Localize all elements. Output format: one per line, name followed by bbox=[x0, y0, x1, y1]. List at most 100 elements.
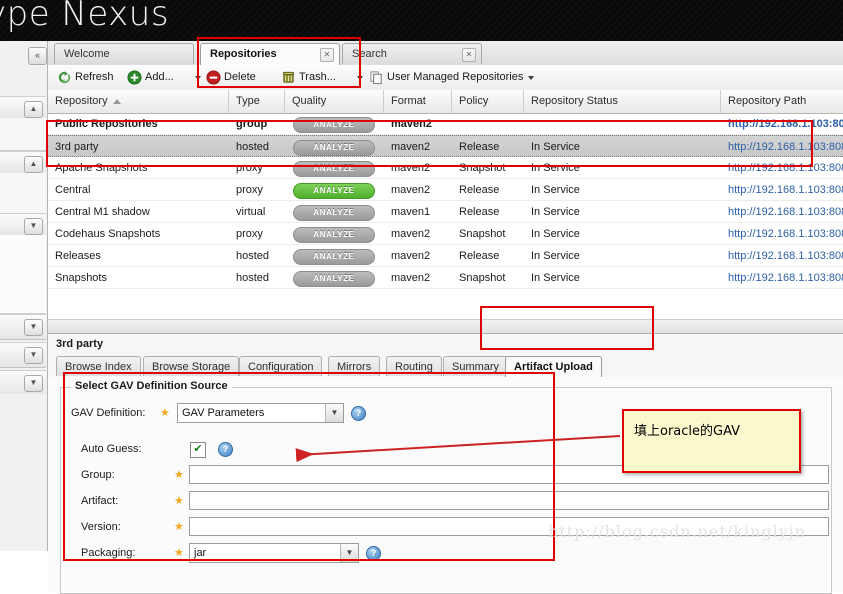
trash-menu-caret[interactable] bbox=[357, 76, 363, 80]
cell-policy: Release bbox=[459, 250, 500, 262]
artifact-input[interactable] bbox=[189, 491, 829, 510]
tab-repositories[interactable]: Repositories ✕ bbox=[200, 43, 340, 66]
cell-policy: Snapshot bbox=[459, 272, 506, 284]
detail-panel-title: 3rd party bbox=[56, 338, 104, 350]
cell-path[interactable]: http://192.168.1.103:808 bbox=[721, 223, 843, 245]
help-icon-packaging[interactable]: ? bbox=[366, 546, 381, 561]
tab-summary[interactable]: Summary bbox=[443, 356, 509, 376]
table-row[interactable]: Releases hosted ANALYZE maven2 Release In Ser… bbox=[48, 245, 843, 267]
refresh-button[interactable]: Refresh bbox=[56, 68, 114, 87]
tab-browse-index[interactable]: Browse Index bbox=[56, 356, 141, 376]
quality-badge[interactable]: ANALYZE bbox=[293, 227, 375, 243]
table-row[interactable]: Central proxy ANALYZE maven2 Release In Servi… bbox=[48, 179, 843, 201]
add-menu-caret[interactable] bbox=[195, 76, 201, 80]
quality-badge[interactable]: ANALYZE bbox=[293, 205, 375, 221]
chevron-up-icon-2[interactable]: ▲ bbox=[24, 156, 43, 173]
tab-browse-storage[interactable]: Browse Storage bbox=[143, 356, 240, 376]
repository-filter-button[interactable]: User Managed Repositories bbox=[368, 68, 523, 87]
grid-toolbar: Refresh Add... Delete Trash... User Mana… bbox=[48, 65, 843, 91]
table-row[interactable]: Snapshots hosted ANALYZE maven2 Snapshot In S… bbox=[48, 267, 843, 289]
add-icon bbox=[127, 70, 142, 85]
close-icon-search[interactable]: ✕ bbox=[462, 48, 476, 62]
tab-bar: Welcome Repositories ✕ Search ✕ bbox=[48, 41, 843, 66]
sidebar-panel-header-1[interactable]: ▲ bbox=[0, 96, 46, 120]
tab-mirrors[interactable]: Mirrors bbox=[328, 356, 381, 376]
column-header-status[interactable]: Repository Status bbox=[524, 90, 721, 113]
cell-repository: Central M1 shadow bbox=[55, 206, 150, 218]
tab-search-label: Search bbox=[352, 48, 387, 60]
cell-policy: Release bbox=[459, 184, 500, 196]
tab-search[interactable]: Search ✕ bbox=[342, 43, 482, 64]
quality-badge[interactable]: ANALYZE bbox=[293, 271, 375, 287]
cell-path[interactable]: http://192.168.1.103:808 bbox=[721, 179, 843, 201]
column-header-policy[interactable]: Policy bbox=[452, 90, 524, 113]
packaging-value: jar bbox=[194, 547, 207, 559]
cell-path[interactable]: http://192.168.1.103:808 bbox=[721, 201, 843, 223]
trash-icon bbox=[281, 70, 296, 85]
help-icon-auto-guess[interactable]: ? bbox=[218, 442, 233, 457]
table-row[interactable]: Public Repositories group ANALYZE maven2 htt… bbox=[48, 113, 843, 135]
sidebar-panel-header-5[interactable]: ▼ bbox=[0, 342, 46, 368]
cell-format: maven2 bbox=[391, 118, 432, 130]
app-banner: ype Nexus bbox=[0, 0, 843, 41]
repository-filter-label: User Managed Repositories bbox=[387, 71, 524, 83]
sidebar-panel-header-6[interactable]: ▼ bbox=[0, 370, 46, 396]
copy-icon bbox=[369, 70, 384, 85]
sidebar-panel-header-4[interactable]: ▼ bbox=[0, 314, 46, 340]
sidebar-panel-header-2[interactable]: ▲ bbox=[0, 151, 46, 175]
auto-guess-checkbox[interactable]: ✔ bbox=[190, 442, 206, 458]
packaging-select[interactable]: jar ▼ bbox=[189, 543, 359, 563]
table-row[interactable]: Central M1 shadow virtual ANALYZE maven1 Rel… bbox=[48, 201, 843, 223]
chevron-down-icon-2[interactable]: ▼ bbox=[24, 347, 43, 364]
cell-path[interactable]: http://192.168.1.103:808 bbox=[721, 245, 843, 267]
column-header-path[interactable]: Repository Path bbox=[721, 90, 843, 113]
trash-button[interactable]: Trash... bbox=[280, 68, 336, 87]
cell-path[interactable]: http://192.168.1.103:808 bbox=[721, 113, 843, 135]
sidebar-collapse-button[interactable]: « bbox=[28, 47, 47, 65]
help-icon-gav[interactable]: ? bbox=[351, 406, 366, 421]
cell-path[interactable]: http://192.168.1.103:808 bbox=[721, 267, 843, 289]
quality-badge[interactable]: ANALYZE bbox=[293, 249, 375, 265]
add-button[interactable]: Add... bbox=[126, 68, 174, 87]
tab-configuration[interactable]: Configuration bbox=[239, 356, 323, 376]
row-artifact: Artifact: ★ bbox=[61, 488, 831, 514]
chevron-down-icon-3[interactable]: ▼ bbox=[24, 375, 43, 392]
cell-format: maven2 bbox=[391, 141, 431, 153]
column-header-quality[interactable]: Quality bbox=[285, 90, 384, 113]
cell-path[interactable]: http://192.168.1.103:808 bbox=[721, 157, 843, 179]
quality-badge[interactable]: ANALYZE bbox=[293, 183, 375, 199]
column-header-repository[interactable]: Repository bbox=[48, 90, 229, 113]
repository-filter-caret[interactable] bbox=[528, 76, 534, 80]
column-header-type[interactable]: Type bbox=[229, 90, 285, 113]
gav-definition-select[interactable]: GAV Parameters ▼ bbox=[177, 403, 344, 423]
delete-button[interactable]: Delete bbox=[205, 68, 256, 87]
chevron-down-icon-1[interactable]: ▼ bbox=[24, 319, 43, 336]
quality-badge[interactable]: ANALYZE bbox=[293, 117, 375, 133]
sidebar-panel-header-3[interactable]: ▼ bbox=[0, 213, 46, 237]
cell-status: In Service bbox=[531, 162, 580, 174]
chevron-up-icon[interactable]: ▲ bbox=[24, 101, 43, 118]
column-header-format[interactable]: Format bbox=[384, 90, 452, 113]
delete-icon bbox=[206, 70, 221, 85]
required-star-gav: ★ bbox=[160, 407, 170, 419]
cell-status: In Service bbox=[531, 272, 580, 284]
cell-path[interactable]: http://192.168.1.103:808 bbox=[721, 136, 843, 158]
quality-badge[interactable]: ANALYZE bbox=[293, 140, 375, 156]
quality-badge[interactable]: ANALYZE bbox=[293, 161, 375, 177]
chevron-down-icon-packaging[interactable]: ▼ bbox=[340, 544, 358, 562]
chevron-down-icon-gav[interactable]: ▼ bbox=[325, 404, 343, 422]
table-row[interactable]: Apache Snapshots proxy ANALYZE maven2 Snapsh… bbox=[48, 157, 843, 179]
tab-repositories-label: Repositories bbox=[210, 48, 277, 60]
close-icon-repositories[interactable]: ✕ bbox=[320, 48, 334, 62]
cell-policy: Release bbox=[459, 206, 500, 218]
table-row[interactable]: 3rd party hosted ANALYZE maven2 Release In Se… bbox=[48, 135, 843, 157]
tab-artifact-upload[interactable]: Artifact Upload bbox=[505, 356, 602, 377]
chevron-up-icon-3[interactable]: ▼ bbox=[24, 218, 43, 235]
cell-format: maven2 bbox=[391, 228, 431, 240]
tab-welcome[interactable]: Welcome bbox=[54, 43, 194, 64]
cell-repository: Releases bbox=[55, 250, 101, 262]
grid-header-row: Repository Type Quality Format Policy Re… bbox=[48, 90, 843, 114]
table-row[interactable]: Codehaus Snapshots proxy ANALYZE maven2 Snap… bbox=[48, 223, 843, 245]
cell-status bbox=[524, 113, 721, 135]
tab-routing[interactable]: Routing bbox=[386, 356, 442, 376]
